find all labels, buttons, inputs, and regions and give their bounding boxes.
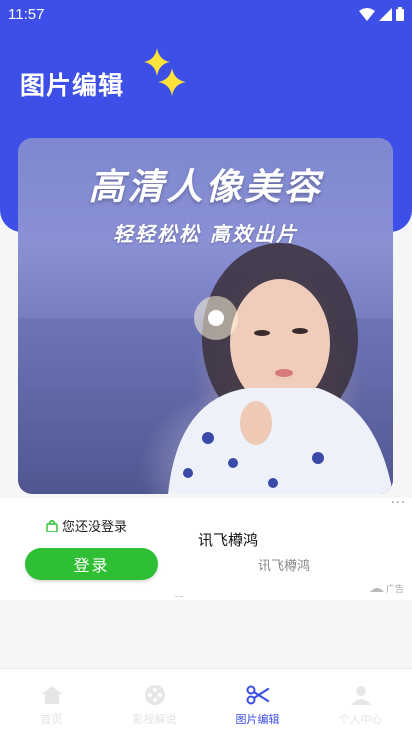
status-icons	[359, 7, 404, 21]
login-hint-text: 您还没登录	[62, 520, 128, 535]
ad-card[interactable]: ··· 您还没登录 登录 讯飞樽鸿 讯飞樽鸿 广告	[0, 496, 412, 600]
banner-headline: 高清人像美容	[88, 167, 323, 208]
nav-label-image-edit: 图片编辑	[235, 713, 280, 726]
ad-title[interactable]: 讯飞樽鸿	[198, 529, 258, 550]
status-time: 11:57	[8, 6, 45, 23]
ad-logo-icon	[369, 587, 384, 592]
wifi-icon	[359, 7, 375, 21]
ad-badge-text: 广告	[385, 585, 404, 595]
nav-label-profile: 个人中心	[338, 713, 383, 726]
lock-icon	[46, 520, 58, 532]
signal-icon	[379, 7, 392, 21]
person-icon	[350, 683, 372, 707]
login-button[interactable]: 登录	[25, 548, 158, 580]
page-title: 图片编辑	[20, 71, 125, 100]
login-hint: 您还没登录	[46, 516, 127, 535]
sparkle-icon	[144, 48, 186, 96]
nav-item-image-edit[interactable]: 图片编辑	[206, 669, 309, 732]
nav-item-home[interactable]: 首页	[0, 669, 103, 732]
status-bar: 11:57	[0, 0, 412, 28]
ad-badge: 广告	[369, 582, 404, 595]
film-reel-icon	[144, 683, 166, 707]
nav-item-profile[interactable]: 个人中心	[309, 669, 412, 732]
more-options-icon[interactable]: ···	[391, 496, 406, 511]
promo-banner[interactable]: 高清人像美容 轻轻松松 高效出片	[18, 138, 393, 494]
battery-icon	[396, 7, 404, 21]
bottom-nav: 首页 影视解说 图片编辑 个人中心	[0, 668, 412, 732]
home-icon	[41, 683, 63, 707]
nav-label-film-commentary: 影视解说	[132, 713, 177, 726]
scissors-icon	[246, 683, 270, 707]
banner-subline: 轻轻松松 高效出片	[113, 222, 298, 246]
divider-grip	[175, 596, 183, 599]
nav-label-home: 首页	[40, 713, 63, 726]
ad-subtitle: 讯飞樽鸿	[258, 559, 311, 574]
nav-item-film-commentary[interactable]: 影视解说	[103, 669, 206, 732]
